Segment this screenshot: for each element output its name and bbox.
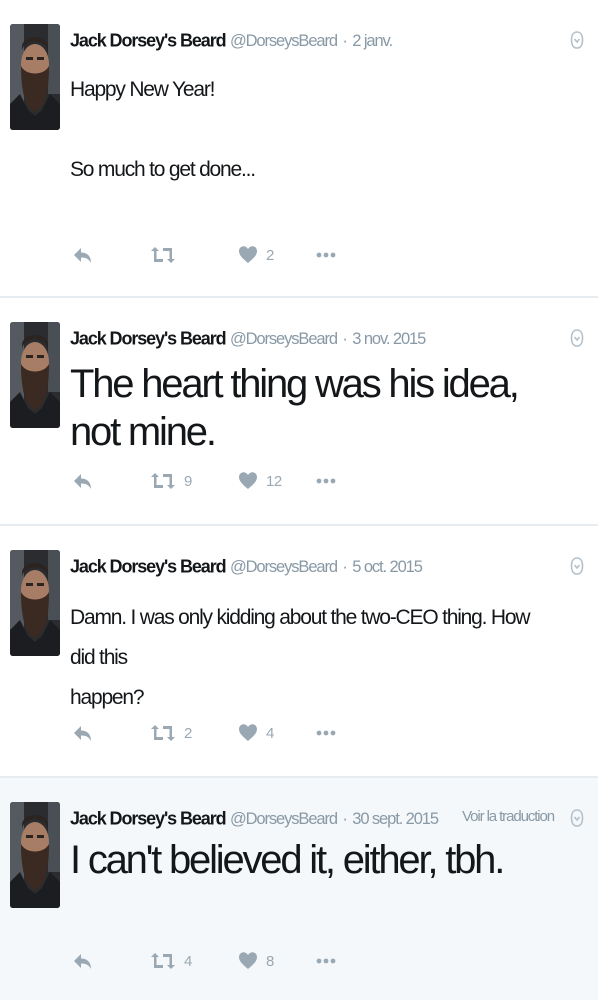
tweet-text-line <box>70 110 558 150</box>
retweet-count: 2 <box>184 724 192 742</box>
heart-icon <box>238 723 258 743</box>
avatar[interactable] <box>10 550 60 656</box>
tweet-actions: 2 <box>70 240 370 270</box>
reply-button[interactable] <box>72 718 94 748</box>
author-name[interactable]: Jack Dorsey's Beard <box>70 555 227 577</box>
avatar[interactable] <box>10 322 60 428</box>
author-name[interactable]: Jack Dorsey's Beard <box>70 807 227 829</box>
separator: · <box>342 330 348 348</box>
more-button[interactable] <box>316 946 336 976</box>
reply-icon <box>72 950 94 972</box>
tweet-header: Jack Dorsey's Beard @DorseysBeard · 5 oc… <box>70 555 584 580</box>
tweet-date[interactable]: 30 sept. 2015 <box>352 810 439 828</box>
reply-button[interactable] <box>72 946 94 976</box>
author-handle[interactable]: @DorseysBeard <box>230 810 338 828</box>
tweet-date[interactable]: 3 nov. 2015 <box>352 330 426 348</box>
reply-icon <box>72 244 94 266</box>
tweet-text-line: Damn. I was only kidding about the two-C… <box>70 606 531 669</box>
more-dots-icon <box>316 477 336 485</box>
heart-icon <box>238 245 258 265</box>
more-button[interactable] <box>316 240 336 270</box>
author-handle[interactable]: @DorseysBeard <box>230 558 338 576</box>
heart-icon <box>238 951 258 971</box>
tweet-header: Jack Dorsey's Beard @DorseysBeard · 2 ja… <box>70 29 584 54</box>
author-name[interactable]: Jack Dorsey's Beard <box>70 29 227 51</box>
tweet-header: Jack Dorsey's Beard @DorseysBeard · 3 no… <box>70 327 584 352</box>
like-count: 12 <box>266 472 282 490</box>
tweet-actions: 4 8 <box>70 946 370 976</box>
like-button[interactable]: 8 <box>238 946 274 976</box>
avatar[interactable] <box>10 24 60 130</box>
tweet-text-line: happen? <box>70 686 145 709</box>
like-button[interactable]: 12 <box>238 466 282 496</box>
tweet-text: The heart thing was his idea, not mine. <box>70 360 558 456</box>
retweet-count: 4 <box>184 952 192 970</box>
retweet-icon <box>150 470 176 492</box>
retweet-icon <box>150 722 176 744</box>
like-count: 4 <box>266 724 274 742</box>
retweet-button[interactable]: 2 <box>150 718 192 748</box>
tweet-text: Happy New Year! So much to get done... <box>70 70 558 190</box>
separator: · <box>342 810 348 828</box>
more-dots-icon <box>316 251 336 259</box>
reply-button[interactable] <box>72 466 94 496</box>
author-handle[interactable]: @DorseysBeard <box>230 32 338 50</box>
tweet-text-line: The heart thing was his idea, not mine. <box>70 362 520 454</box>
more-button[interactable] <box>316 466 336 496</box>
tweet-feed: Jack Dorsey's Beard @DorseysBeard · 2 ja… <box>0 0 600 1000</box>
caret-down-icon[interactable] <box>570 556 584 578</box>
like-button[interactable]: 2 <box>238 240 274 270</box>
translate-link[interactable]: Voir la traduction <box>462 808 555 825</box>
reply-icon <box>72 722 94 744</box>
tweet[interactable]: Jack Dorsey's Beard @DorseysBeard · 30 s… <box>0 778 598 1000</box>
like-count: 8 <box>266 952 274 970</box>
separator: · <box>342 32 348 50</box>
retweet-button[interactable] <box>150 240 184 270</box>
caret-down-icon[interactable] <box>570 808 584 830</box>
retweet-icon <box>150 950 176 972</box>
reply-icon <box>72 470 94 492</box>
tweet[interactable]: Jack Dorsey's Beard @DorseysBeard · 2 ja… <box>0 0 598 298</box>
retweet-button[interactable]: 4 <box>150 946 192 976</box>
more-dots-icon <box>316 729 336 737</box>
tweet-actions: 2 4 <box>70 718 370 748</box>
more-button[interactable] <box>316 718 336 748</box>
retweet-button[interactable]: 9 <box>150 466 192 496</box>
tweet[interactable]: Jack Dorsey's Beard @DorseysBeard · 3 no… <box>0 298 598 526</box>
tweet-text: I can't believed it, either, tbh. <box>70 836 558 884</box>
author-name[interactable]: Jack Dorsey's Beard <box>70 327 227 349</box>
avatar[interactable] <box>10 802 60 908</box>
heart-icon <box>238 471 258 491</box>
tweet-text-line: Happy New Year! <box>70 78 215 101</box>
like-count: 2 <box>266 246 274 264</box>
more-dots-icon <box>316 957 336 965</box>
tweet-text-line: I can't believed it, either, tbh. <box>70 838 505 882</box>
tweet[interactable]: Jack Dorsey's Beard @DorseysBeard · 5 oc… <box>0 526 598 778</box>
tweet-date[interactable]: 2 janv. <box>352 32 393 50</box>
caret-down-icon[interactable] <box>570 30 584 52</box>
retweet-count: 9 <box>184 472 192 490</box>
author-handle[interactable]: @DorseysBeard <box>230 330 338 348</box>
tweet-header: Jack Dorsey's Beard @DorseysBeard · 30 s… <box>70 807 584 832</box>
tweet-text: Damn. I was only kidding about the two-C… <box>70 598 558 718</box>
like-button[interactable]: 4 <box>238 718 274 748</box>
tweet-actions: 9 12 <box>70 466 370 496</box>
reply-button[interactable] <box>72 240 94 270</box>
tweet-date[interactable]: 5 oct. 2015 <box>352 558 423 576</box>
retweet-icon <box>150 244 176 266</box>
separator: · <box>342 558 348 576</box>
tweet-text-line: So much to get done... <box>70 158 256 181</box>
caret-down-icon[interactable] <box>570 328 584 350</box>
